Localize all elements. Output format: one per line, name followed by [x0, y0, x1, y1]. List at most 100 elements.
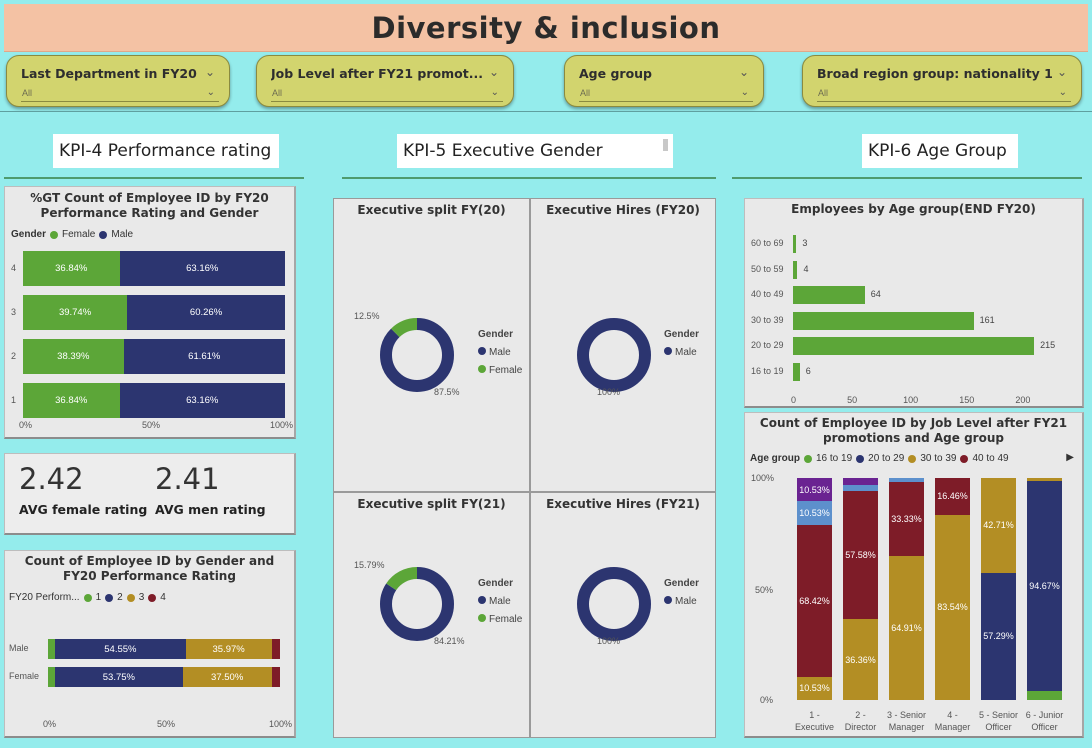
chevron-down-icon: ⌄	[490, 87, 499, 98]
age-bar[interactable]	[793, 235, 797, 253]
bar-segment-male[interactable]: 60.26%	[127, 295, 285, 330]
stacked-column[interactable]: 10.53% 68.42% 10.53% 10.53%	[797, 478, 832, 700]
chevron-down-icon[interactable]: ⌄	[1057, 65, 1067, 79]
legend-label: Male	[675, 347, 697, 358]
column-segment[interactable]: 10.53%	[797, 478, 832, 502]
avg-men-value: 2.41	[155, 462, 220, 496]
stacked-column[interactable]: 64.91% 33.33%	[889, 478, 924, 700]
bar-segment-rating-1[interactable]	[48, 639, 56, 659]
stacked-column[interactable]: 36.36% 57.58%	[843, 478, 878, 700]
age-bar-row[interactable]: 16 to 19 6	[745, 362, 1085, 381]
stacked-column[interactable]: 94.67%	[1027, 478, 1062, 700]
slicer-dropdown[interactable]: All ⌄	[579, 87, 753, 102]
age-bar[interactable]	[793, 311, 974, 330]
legend-label: Male	[111, 229, 134, 240]
column-segment[interactable]	[843, 478, 878, 485]
slicer-dropdown[interactable]: All ⌄	[21, 87, 219, 102]
age-bar-row[interactable]: 60 to 69 3	[745, 235, 1085, 253]
x-tick: 0	[791, 395, 797, 405]
bar-segment-rating-3[interactable]: 35.97%	[185, 639, 272, 659]
column-segment[interactable]: 57.58%	[843, 491, 878, 620]
age-bar[interactable]	[793, 337, 1035, 355]
age-bar[interactable]	[793, 286, 865, 304]
stacked-column[interactable]: 83.54% 16.46%	[935, 478, 970, 700]
donut-chart-hires20[interactable]: Executive Hires (FY20) 100% Gender Male	[530, 198, 716, 492]
bar-segment-rating-2[interactable]: 53.75%	[55, 667, 183, 687]
bar-row[interactable]: 38.39% 61.61%	[23, 339, 285, 374]
slicer-region[interactable]: Broad region group: nationality 1 ⌄ All ⌄	[802, 55, 1082, 107]
bar-row[interactable]: 36.84% 63.16%	[23, 251, 285, 286]
age-group-chart[interactable]: Employees by Age group(END FY20) 60 to 6…	[744, 198, 1084, 408]
column-segment[interactable]: 10.53%	[797, 501, 832, 525]
legend-dot-female	[50, 230, 59, 239]
bar-row[interactable]: 54.55% 35.97%	[48, 639, 280, 659]
donut-chart-split20[interactable]: Executive split FY(20) 12.5% 87.5% Gender Ma…	[333, 198, 530, 492]
column-segment[interactable]: 83.54%	[935, 514, 970, 700]
slicer-job-level[interactable]: Job Level after FY21 promot... ⌄ All ⌄	[256, 55, 514, 107]
slicer-title: Last Department in FY20	[21, 66, 197, 81]
scroll-handle[interactable]	[663, 139, 668, 151]
chevron-down-icon[interactable]: ⌄	[739, 65, 749, 79]
bar-segment-rating-4[interactable]	[271, 639, 280, 659]
chevron-down-icon: ⌄	[1058, 87, 1067, 98]
column-segment[interactable]: 10.53%	[797, 676, 832, 700]
slicer-dropdown[interactable]: All ⌄	[271, 87, 503, 102]
bar-row[interactable]: 39.74% 60.26%	[23, 295, 285, 330]
legend-label: 16 to 19	[816, 453, 853, 464]
bar-segment-rating-4[interactable]	[271, 667, 280, 687]
column-segment[interactable]: 64.91%	[889, 555, 924, 700]
bar-segment-female[interactable]: 39.74%	[23, 295, 128, 330]
donut-label-female: 12.5%	[354, 311, 380, 321]
age-bar[interactable]	[793, 260, 798, 279]
column-segment[interactable]: 68.42%	[797, 524, 832, 677]
chevron-down-icon[interactable]: ⌄	[205, 65, 215, 79]
column-segment[interactable]: 57.29%	[981, 572, 1016, 700]
stacked-column[interactable]: 57.29% 42.71%	[981, 478, 1016, 700]
age-bar[interactable]	[793, 362, 800, 381]
donut-slice-male[interactable]	[380, 318, 454, 392]
slicer-age-group[interactable]: Age group ⌄ All ⌄	[564, 55, 764, 107]
bar-value: 6	[805, 365, 811, 376]
bar-segment-female[interactable]: 38.39%	[23, 339, 124, 374]
slicer-department[interactable]: Last Department in FY20 ⌄ All ⌄	[6, 55, 230, 107]
bar-segment-male[interactable]: 63.16%	[119, 383, 285, 418]
column-segment[interactable]: 42.71%	[981, 478, 1016, 573]
legend-next-arrow-icon[interactable]: ▶	[1066, 452, 1074, 463]
bar-row[interactable]: 36.84% 63.16%	[23, 383, 285, 418]
bar-segment-male[interactable]: 63.16%	[119, 251, 285, 286]
donut-chart-split21[interactable]: Executive split FY(21) 15.79% 84.21% Gender…	[333, 492, 530, 738]
bar-segment-rating-2[interactable]: 54.55%	[55, 639, 186, 659]
age-bar-row[interactable]: 30 to 39 161	[745, 311, 1085, 330]
age-bar-row[interactable]: 20 to 29 215	[745, 337, 1085, 355]
bar-segment-rating-3[interactable]: 37.50%	[182, 667, 272, 687]
x-category-line: 6 - Junior	[1025, 710, 1064, 720]
donut-chart-hires21[interactable]: Executive Hires (FY21) 100% Gender Male	[530, 492, 716, 738]
gender-rating-chart[interactable]: Count of Employee ID by Gender and FY20 …	[4, 550, 296, 738]
bar-row[interactable]: 53.75% 37.50%	[48, 667, 280, 687]
column-segment[interactable]	[1027, 691, 1062, 700]
column-segment[interactable]: 33.33%	[889, 481, 924, 556]
donut-slice-male[interactable]	[577, 567, 651, 641]
x-tick: 0%	[43, 719, 57, 729]
bar-segment-female[interactable]: 36.84%	[23, 251, 120, 286]
bar-segment-male[interactable]: 61.61%	[123, 339, 285, 374]
age-bar-row[interactable]: 50 to 59 4	[745, 260, 1085, 279]
kpi-underline	[4, 177, 304, 179]
slicer-dropdown[interactable]: All ⌄	[817, 87, 1071, 102]
chevron-down-icon[interactable]: ⌄	[489, 65, 499, 79]
job-level-age-chart[interactable]: Count of Employee ID by Job Level after …	[744, 412, 1084, 738]
column-segment[interactable]: 36.36%	[843, 619, 878, 700]
column-segment[interactable]: 16.46%	[935, 478, 970, 515]
column-segment[interactable]	[843, 484, 878, 492]
x-category-line: Officer	[985, 722, 1012, 732]
legend-label: Male	[489, 347, 511, 358]
x-category-line: Officer	[1031, 722, 1058, 732]
bar-segment-female[interactable]: 36.84%	[23, 383, 120, 418]
perf-rating-gender-chart[interactable]: %GT Count of Employee ID by FY20 Perform…	[4, 186, 296, 439]
chart-title: Count of Employee ID by Job Level after …	[759, 416, 1068, 445]
column-segment[interactable]: 94.67%	[1027, 480, 1062, 692]
legend-item: Male	[478, 344, 522, 362]
bar-segment-rating-1[interactable]	[48, 667, 56, 687]
age-bar-row[interactable]: 40 to 49 64	[745, 286, 1085, 304]
donut-slice-male[interactable]	[577, 318, 651, 392]
